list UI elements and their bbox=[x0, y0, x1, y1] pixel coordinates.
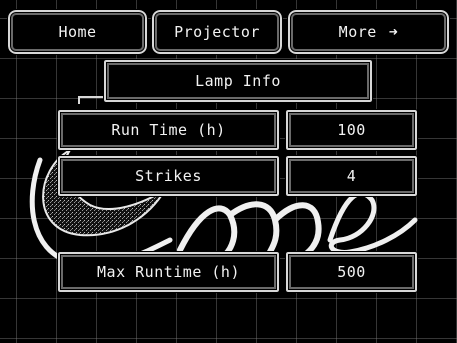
arrow-right-icon: ➜ bbox=[388, 23, 399, 41]
projector-button-label: Projector bbox=[174, 23, 260, 41]
touch-panel-screen: Home Projector More ➜ Lamp Info Run Time… bbox=[0, 0, 457, 343]
max-runtime-value: 500 bbox=[285, 251, 418, 293]
run-time-value: 100 bbox=[285, 109, 418, 151]
more-button-label: More bbox=[338, 23, 377, 41]
strikes-label: Strikes bbox=[57, 155, 280, 197]
home-button-label: Home bbox=[58, 23, 97, 41]
strikes-value: 4 bbox=[285, 155, 418, 197]
max-runtime-label: Max Runtime (h) bbox=[57, 251, 280, 293]
lamp-info-title: Lamp Info bbox=[103, 59, 373, 103]
projector-button[interactable]: Projector bbox=[151, 9, 283, 55]
more-button[interactable]: More ➜ bbox=[287, 9, 450, 55]
run-time-label: Run Time (h) bbox=[57, 109, 280, 151]
home-button[interactable]: Home bbox=[7, 9, 148, 55]
